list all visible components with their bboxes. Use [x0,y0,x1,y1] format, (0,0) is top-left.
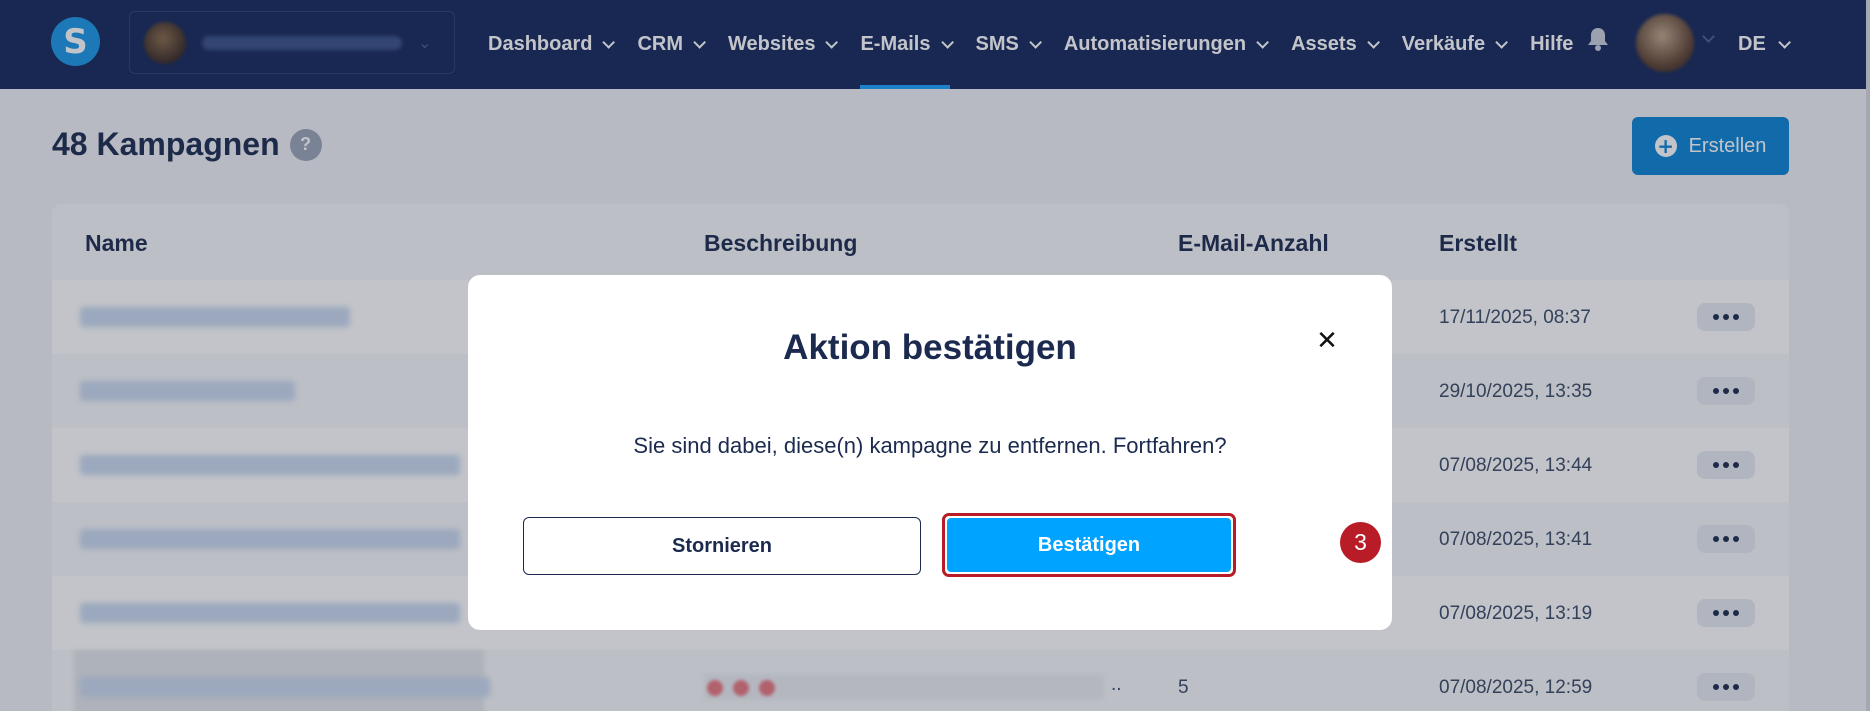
confirm-button[interactable]: Bestätigen [947,518,1231,572]
cancel-button[interactable]: Stornieren [523,517,921,575]
step-number-badge: 3 [1340,522,1381,563]
confirm-dialog: Aktion bestätigen ✕ Sie sind dabei, dies… [468,275,1392,630]
dialog-title: Aktion bestätigen [783,328,1077,367]
dialog-message: Sie sind dabei, diese(n) kampagne zu ent… [633,433,1227,458]
close-icon[interactable]: ✕ [1312,326,1342,356]
